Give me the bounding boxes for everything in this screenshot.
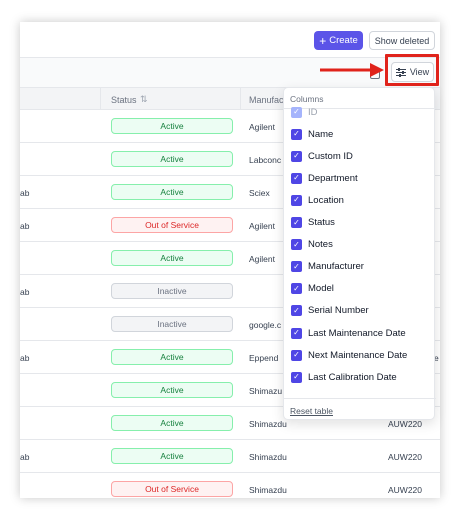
sort-icon[interactable]: ⇅ — [140, 94, 148, 105]
checkbox-checked-icon[interactable]: ✓ — [291, 172, 302, 184]
cell-manufacturer: Agilent — [249, 122, 275, 132]
cell-name: ab — [20, 221, 30, 231]
column-toggle-label: Last Maintenance Date — [308, 327, 406, 339]
checkbox-checked-icon[interactable]: ✓ — [291, 217, 302, 228]
cell-model: AUW220 — [388, 452, 423, 462]
column-toggle-item[interactable]: ✓ Model — [291, 282, 334, 296]
column-divider — [240, 88, 241, 110]
status-badge: Out of Service — [111, 481, 233, 497]
checkbox-checked-icon[interactable]: ✓ — [291, 194, 302, 206]
create-button-label: Create — [329, 35, 358, 46]
checkbox-checked-icon[interactable]: ✓ — [291, 371, 302, 383]
cell-name: ab — [20, 353, 30, 363]
checkbox-checked-icon[interactable]: ✓ — [291, 150, 302, 162]
table-row[interactable]: ab Active Shimazdu AUW220 — [20, 440, 440, 473]
cell-manufacturer: google.c — [249, 320, 282, 330]
status-badge: Active — [111, 448, 233, 464]
cell-model: AUW220 — [388, 419, 423, 429]
cell-manufacturer: Shimazdu — [249, 485, 287, 495]
column-toggle-label: Department — [308, 172, 358, 184]
column-header-status[interactable]: Status — [111, 95, 137, 105]
column-toggle-label: ID — [308, 106, 318, 118]
column-toggle-item[interactable]: ✓ Serial Number — [291, 304, 369, 318]
column-toggle-item[interactable]: ✓ Last Calibration Date — [291, 370, 397, 384]
checkbox-checked-icon[interactable]: ✓ — [291, 261, 302, 273]
column-toggle-item[interactable]: ✓ Manufacturer — [291, 260, 364, 274]
view-button-label: View — [409, 67, 430, 77]
status-badge: Active — [111, 151, 233, 167]
cell-name: ab — [20, 188, 30, 198]
status-badge: Active — [111, 118, 233, 134]
status-badge: Active — [111, 250, 233, 266]
cell-manufacturer: Shimazdu — [249, 419, 287, 429]
checkbox-checked-icon: ✓ — [291, 106, 302, 118]
reset-table-link[interactable]: Reset table — [290, 406, 333, 416]
status-badge: Active — [111, 415, 233, 431]
column-toggle-item[interactable]: ✓ Status — [291, 216, 335, 230]
status-badge: Active — [111, 349, 233, 365]
column-toggle-label: Status — [308, 217, 335, 228]
status-badge: Inactive — [111, 283, 233, 299]
column-header-manufacturer[interactable]: Manufac — [249, 95, 284, 105]
column-toggle-label: Next Maintenance Date — [308, 349, 408, 361]
sliders-icon — [395, 67, 406, 77]
cell-manufacturer: Shimazu — [249, 386, 283, 396]
column-toggle-label: Model — [308, 283, 334, 295]
menu-divider — [284, 398, 436, 399]
show-deleted-button[interactable]: Show deleted — [369, 31, 435, 50]
cell-manufacturer: Shimazdu — [249, 452, 287, 462]
table-row[interactable]: Out of Service Shimazdu AUW220 — [20, 473, 440, 498]
checkbox-checked-icon[interactable]: ✓ — [291, 305, 302, 317]
column-toggle-item[interactable]: ✓ Custom ID — [291, 149, 353, 163]
cell-name: ab — [20, 452, 30, 462]
checkbox-checked-icon[interactable]: ✓ — [291, 128, 302, 140]
column-toggle-label: Name — [308, 128, 334, 140]
column-toggle-label: Last Calibration Date — [308, 371, 397, 383]
column-divider — [100, 88, 101, 110]
checkbox-checked-icon[interactable]: ✓ — [291, 327, 302, 339]
cell-manufacturer: Labconc — [249, 155, 282, 165]
status-badge: Active — [111, 382, 233, 398]
column-toggle-item[interactable]: ✓ Last Maintenance Date — [291, 326, 406, 340]
column-toggle-label: Custom ID — [308, 150, 353, 162]
checkbox-checked-icon[interactable]: ✓ — [291, 239, 302, 251]
status-badge: Active — [111, 184, 233, 200]
column-toggle-label: Manufacturer — [308, 261, 364, 273]
cell-model: AUW220 — [388, 485, 423, 495]
column-toggle-label: Serial Number — [308, 305, 369, 317]
top-bar: + Create Show deleted — [20, 22, 440, 58]
checkbox-checked-icon[interactable]: ✓ — [291, 349, 302, 361]
column-toggle-label: Location — [308, 194, 344, 206]
cell-name: ab — [20, 287, 30, 297]
column-toggle-item: ✓ ID — [291, 105, 318, 119]
column-toggle-item[interactable]: ✓ Department — [291, 171, 358, 185]
show-deleted-label: Show deleted — [374, 35, 430, 46]
checkbox-checked-icon[interactable]: ✓ — [291, 283, 302, 295]
cell-manufacturer: Sciex — [249, 188, 270, 198]
column-toggle-label: Notes — [308, 239, 333, 251]
cell-manufacturer: Eppend — [249, 353, 279, 363]
create-button[interactable]: + Create — [314, 31, 363, 50]
columns-menu: Columns ✓ ID ✓ Name ✓ Custom ID ✓ Department ✓ Lo… — [283, 87, 436, 420]
status-badge: Inactive — [111, 316, 233, 332]
view-button[interactable]: View — [391, 62, 434, 82]
cell-manufacturer: Agilent — [249, 254, 275, 264]
column-toggle-item[interactable]: ✓ Name — [291, 127, 333, 141]
cell-manufacturer: Agilent — [249, 221, 275, 231]
column-toggle-item[interactable]: ✓ Next Maintenance Date — [291, 348, 407, 362]
columns-menu-title: Columns — [290, 94, 324, 104]
annotation-arrow-icon — [320, 63, 384, 77]
column-toggle-item[interactable]: ✓ Notes — [291, 238, 333, 252]
column-toggle-item[interactable]: ✓ Location — [291, 193, 344, 207]
status-badge: Out of Service — [111, 217, 233, 233]
plus-icon: + — [319, 33, 327, 48]
